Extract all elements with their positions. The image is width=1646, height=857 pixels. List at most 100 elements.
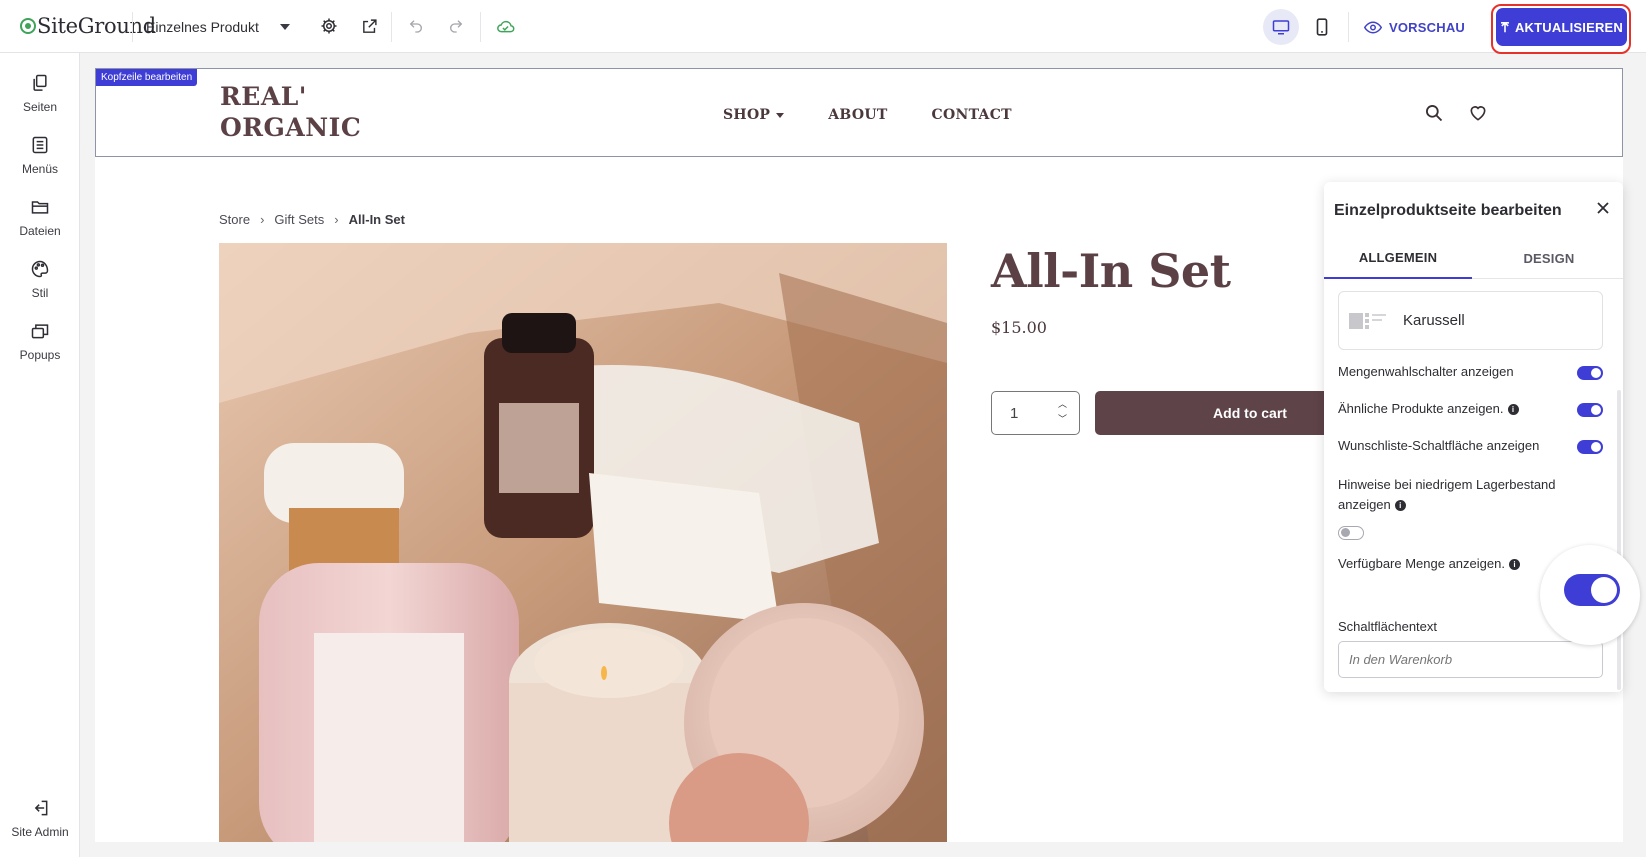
left-sidebar: Seiten Menüs Dateien Stil Popups Site Ad… [0,53,80,857]
info-icon[interactable]: i [1394,500,1406,511]
layout-option-label: Karussell [1403,312,1465,329]
preview-label: VORSCHAU [1389,19,1465,35]
chevron-right-icon: › [334,212,339,227]
settings-gear-icon[interactable] [317,14,341,38]
site-nav: SHOP ABOUT CONTACT [723,107,1056,123]
exit-icon [34,800,48,816]
product-price: $15.00 [991,318,1047,337]
breadcrumb-link[interactable]: Store [219,212,250,227]
sidebar-item-label: Dateien [19,224,61,238]
site-header[interactable]: Kopfzeile bearbeiten REAL' ORGANIC SHOP … [95,68,1623,157]
nav-label: CONTACT [931,107,1012,123]
sidebar-item-menus[interactable]: Menüs [0,131,80,187]
undo-icon[interactable] [404,14,428,38]
siteground-logo-mark-icon [20,18,36,34]
nav-item-about[interactable]: ABOUT [828,107,887,123]
option-low-stock-notice: Hinweise bei niedrigem Lagerbestand anze… [1338,475,1598,515]
page-selector-value: Einzelnes Produkt [146,19,259,35]
sidebar-item-popups[interactable]: Popups [0,317,80,373]
toggle-related-products[interactable] [1577,403,1603,417]
update-label: AKTUALISIEREN [1514,19,1624,35]
palette-icon [31,260,49,278]
chevron-down-icon [280,24,290,30]
sidebar-item-stil[interactable]: Stil [0,255,80,311]
folder-icon [31,201,49,214]
toolbar-divider [391,12,392,42]
option-label: Hinweise bei niedrigem Lagerbestand anze… [1338,477,1556,512]
preview-button[interactable]: VORSCHAU [1364,14,1465,40]
option-label: Mengenwahlschalter anzeigen [1338,364,1514,379]
pages-icon [33,74,47,91]
toolbar-divider [132,12,133,42]
option-label: Wunschliste-Schaltfläche anzeigen [1338,438,1540,453]
stepper-arrows[interactable]: ︿ ﹀ [1058,400,1067,424]
toggle-wishlist-button[interactable] [1577,440,1603,454]
siteground-logo: SiteGround [20,14,156,38]
carousel-layout-icon [1349,312,1386,329]
quantity-value: 1 [1010,404,1019,422]
caret-down-icon [776,112,785,118]
option-label: Verfügbare Menge anzeigen. [1338,556,1505,571]
panel-tabs: ALLGEMEIN DESIGN [1324,237,1623,279]
panel-scrollbar[interactable] [1617,390,1621,690]
sidebar-item-label: Popups [19,348,61,362]
toggle-available-quantity[interactable] [1564,574,1620,606]
panel-title: Einzelproduktseite bearbeiten [1334,202,1562,219]
product-image[interactable] [219,243,947,842]
nav-label: SHOP [723,107,771,123]
toggle-low-stock-notice[interactable] [1338,526,1364,540]
cloud-saved-icon[interactable] [493,14,517,38]
breadcrumb-link[interactable]: Gift Sets [274,212,324,227]
sidebar-item-seiten[interactable]: Seiten [0,69,80,125]
page-selector[interactable]: Einzelnes Produkt [146,12,296,42]
sidebar-item-dateien[interactable]: Dateien [0,193,80,249]
chevron-down-icon[interactable]: ﹀ [1058,415,1067,424]
tab-allgemein[interactable]: ALLGEMEIN [1324,237,1472,279]
sidebar-item-site-admin[interactable]: Site Admin [0,794,80,850]
toggle-quantity-selector[interactable] [1577,366,1603,380]
mobile-icon [1316,18,1328,36]
toolbar-divider [480,12,481,42]
option-related-products: Ähnliche Produkte anzeigen. i [1338,401,1605,416]
info-icon[interactable]: i [1507,404,1519,415]
nav-item-contact[interactable]: CONTACT [932,107,1012,123]
info-icon[interactable]: i [1508,559,1520,570]
redo-icon[interactable] [444,14,468,38]
menus-icon [32,136,48,154]
upload-icon [1501,21,1509,32]
quantity-stepper[interactable]: 1 ︿ ﹀ [991,391,1080,435]
breadcrumb-current: All-In Set [348,212,405,227]
layout-option-card[interactable]: Karussell [1338,291,1603,350]
button-text-label: Schaltflächentext [1338,619,1438,634]
heart-icon[interactable] [1468,103,1488,123]
sidebar-item-label: Stil [31,286,49,300]
sidebar-item-label: Menüs [21,162,59,176]
chevron-right-icon: › [260,212,265,227]
nav-item-shop[interactable]: SHOP [723,107,785,123]
popups-icon [31,324,49,339]
product-title: All-In Set [991,244,1231,298]
option-wishlist-button: Wunschliste-Schaltfläche anzeigen [1338,438,1605,453]
sidebar-item-label: Seiten [22,100,58,114]
logo-text: SiteGround [37,14,156,38]
close-icon[interactable] [1595,200,1611,216]
option-label: Ähnliche Produkte anzeigen. [1338,401,1504,416]
desktop-view-button[interactable] [1263,9,1299,45]
site-logo[interactable]: REAL' ORGANIC [220,81,361,143]
nav-label: ABOUT [828,107,888,123]
breadcrumb: Store › Gift Sets › All-In Set [219,212,405,227]
search-icon[interactable] [1424,103,1444,123]
button-text-input[interactable] [1338,641,1603,678]
update-button[interactable]: AKTUALISIEREN [1496,8,1627,46]
open-external-icon[interactable] [357,14,381,38]
mobile-view-button[interactable] [1304,9,1340,45]
sidebar-item-label: Site Admin [11,825,69,839]
top-toolbar: SiteGround Einzelnes Produkt VORSCHAU AK… [0,0,1646,54]
tab-design[interactable]: DESIGN [1475,237,1623,279]
edit-header-tag[interactable]: Kopfzeile bearbeiten [96,69,198,86]
chevron-up-icon[interactable]: ︿ [1058,400,1067,409]
site-logo-line: REAL' [220,82,307,111]
site-logo-line: ORGANIC [220,113,362,142]
option-quantity-selector: Mengenwahlschalter anzeigen [1338,364,1605,379]
eye-icon [1364,20,1382,34]
